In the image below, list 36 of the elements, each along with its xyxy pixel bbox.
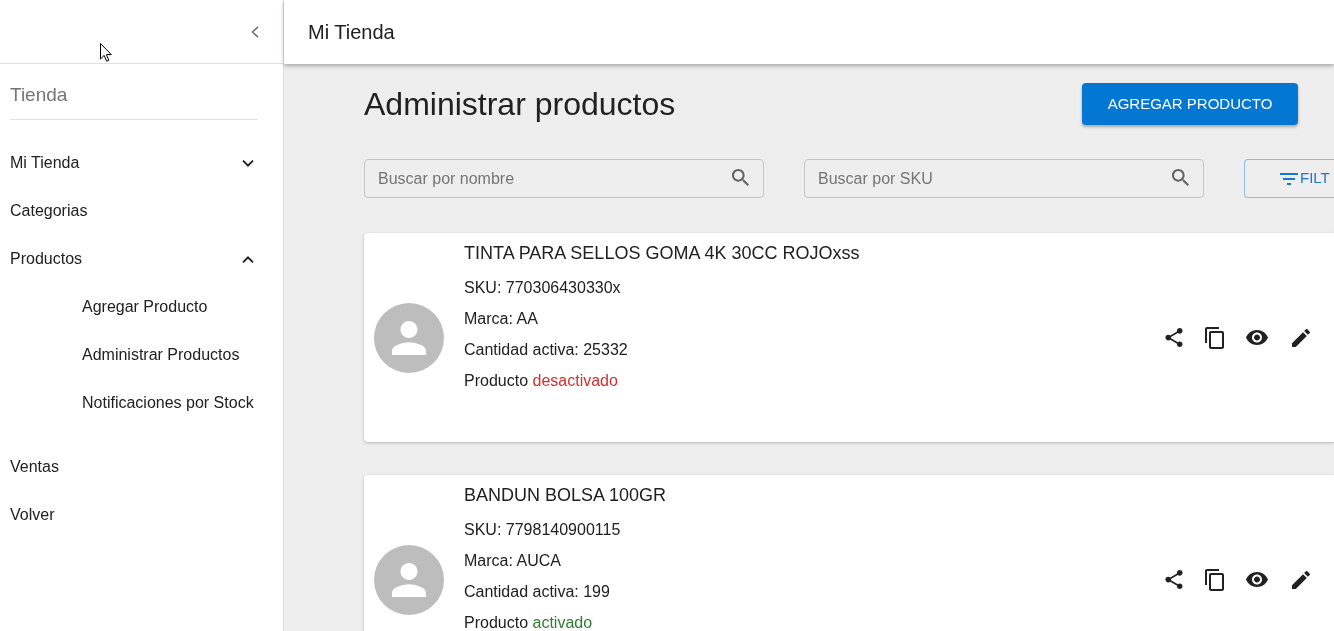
product-quantity: Cantidad activa: 199 [464,582,611,602]
filter-button[interactable]: FILT [1244,159,1334,198]
eye-icon[interactable] [1246,572,1268,587]
copy-icon[interactable] [1205,326,1224,349]
store-label: Tienda [10,83,68,107]
sku-search-field[interactable]: Buscar por SKU [804,159,1204,198]
sidebar-item[interactable]: Productos [0,235,264,283]
app-bar-title: Mi Tienda [308,20,395,45]
product-brand: Marca: AUCA [464,551,562,571]
product-name: BANDUN BOLSA 100GR [464,484,667,507]
sidebar-item[interactable]: Mi Tienda [0,139,264,187]
product-sku: SKU: 770306430330x [464,278,622,298]
sidebar-item[interactable]: Ventas [0,443,264,491]
page-title: Administrar productos [364,85,676,124]
sidebar-subitem[interactable]: Administrar Productos [0,331,264,379]
sidebar-subitem[interactable]: Notificaciones por Stock [0,379,264,427]
product-status: Producto desactivado [464,371,619,391]
product-quantity: Cantidad activa: 25332 [464,340,629,360]
sidebar-item[interactable]: Volver [0,491,264,539]
add-product-button[interactable]: AGREGAR PRODUCTO [1082,83,1298,125]
product-sku: SKU: 7798140900115 [464,520,622,540]
name-search-field[interactable]: Buscar por nombre [364,159,764,198]
sidebar-subitem[interactable]: Agregar Producto [0,283,264,331]
eye-icon[interactable] [1246,330,1268,345]
mouse-cursor-icon [100,43,112,62]
filter-icon [1280,172,1298,185]
share-icon[interactable] [1165,327,1183,348]
chevron-left-icon[interactable] [251,25,259,38]
product-status: Producto activado [464,613,594,631]
share-icon[interactable] [1165,569,1183,590]
copy-icon[interactable] [1205,568,1224,591]
pencil-icon[interactable] [1292,328,1310,347]
product-brand: Marca: AA [464,309,539,329]
pencil-icon[interactable] [1292,570,1310,589]
product-name: TINTA PARA SELLOS GOMA 4K 30CC ROJOxss [464,242,860,265]
sidebar-item[interactable]: Categorias [0,187,264,235]
